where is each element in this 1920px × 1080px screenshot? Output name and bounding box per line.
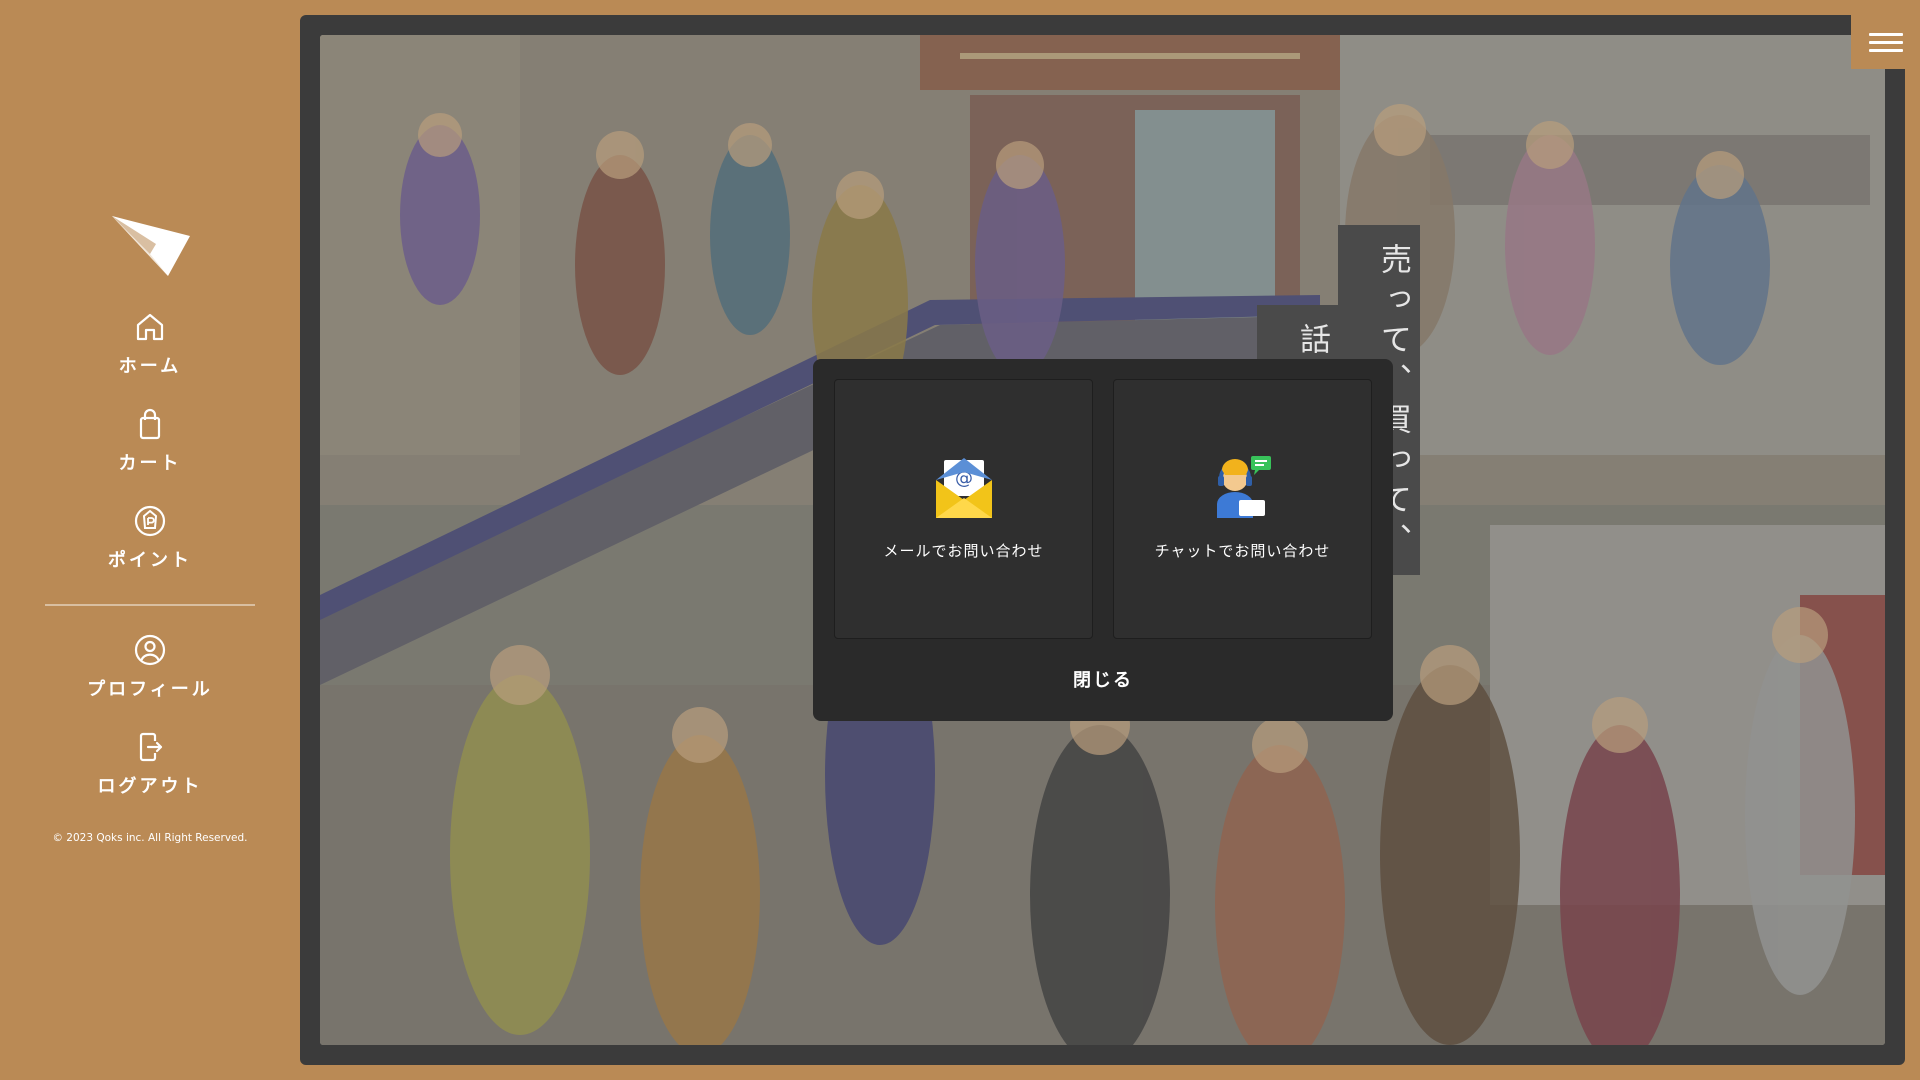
email-envelope-icon: @: [935, 458, 992, 518]
email-contact-option[interactable]: @ メールでお問い合わせ: [834, 379, 1093, 639]
chat-contact-option[interactable]: チャットでお問い合わせ: [1113, 379, 1372, 639]
sidebar-item-logout[interactable]: ログアウト: [45, 730, 255, 810]
hamburger-menu-icon-bar: [1869, 33, 1903, 36]
hamburger-menu-icon-bar: [1869, 49, 1903, 52]
sidebar-item-label: ポイント: [108, 550, 192, 571]
chat-contact-label: チャットでお問い合わせ: [1154, 542, 1331, 560]
sidebar-item-label: カート: [118, 453, 182, 474]
paper-plane-logo-icon[interactable]: [110, 214, 192, 278]
close-button[interactable]: 閉じる: [1003, 659, 1203, 699]
sidebar-divider: [45, 604, 255, 606]
email-contact-label: メールでお問い合わせ: [883, 542, 1044, 560]
sidebar-item-profile[interactable]: プロフィール: [45, 633, 255, 713]
chat-operator-icon: [1216, 456, 1271, 518]
hamburger-menu-icon-bar: [1869, 41, 1903, 44]
user-circle-icon: [134, 634, 166, 666]
sidebar-item-home[interactable]: ホーム: [45, 310, 255, 390]
hamburger-menu-button[interactable]: [1851, 15, 1920, 69]
sidebar-item-label: プロフィール: [87, 679, 213, 700]
home-icon: [136, 313, 164, 341]
logout-icon: [139, 732, 163, 762]
app-root: ホーム カート ポイント プロフィール ログアウト © 2023 Qoks in…: [0, 0, 1920, 1080]
copyright-text: © 2023 Qoks inc. All Right Reserved.: [52, 832, 248, 844]
sidebar-item-cart[interactable]: カート: [45, 407, 255, 487]
sidebar-item-label: ホーム: [118, 356, 182, 377]
point-badge-icon: [134, 505, 166, 537]
sidebar-item-point[interactable]: ポイント: [45, 504, 255, 584]
shopping-bag-icon: [139, 408, 161, 440]
sidebar: ホーム カート ポイント プロフィール ログアウト © 2023 Qoks in…: [0, 0, 300, 1080]
contact-modal: @ メールでお問い合わせ チャットでお問い合わせ 閉じる: [813, 359, 1393, 721]
sidebar-item-label: ログアウト: [97, 776, 203, 797]
